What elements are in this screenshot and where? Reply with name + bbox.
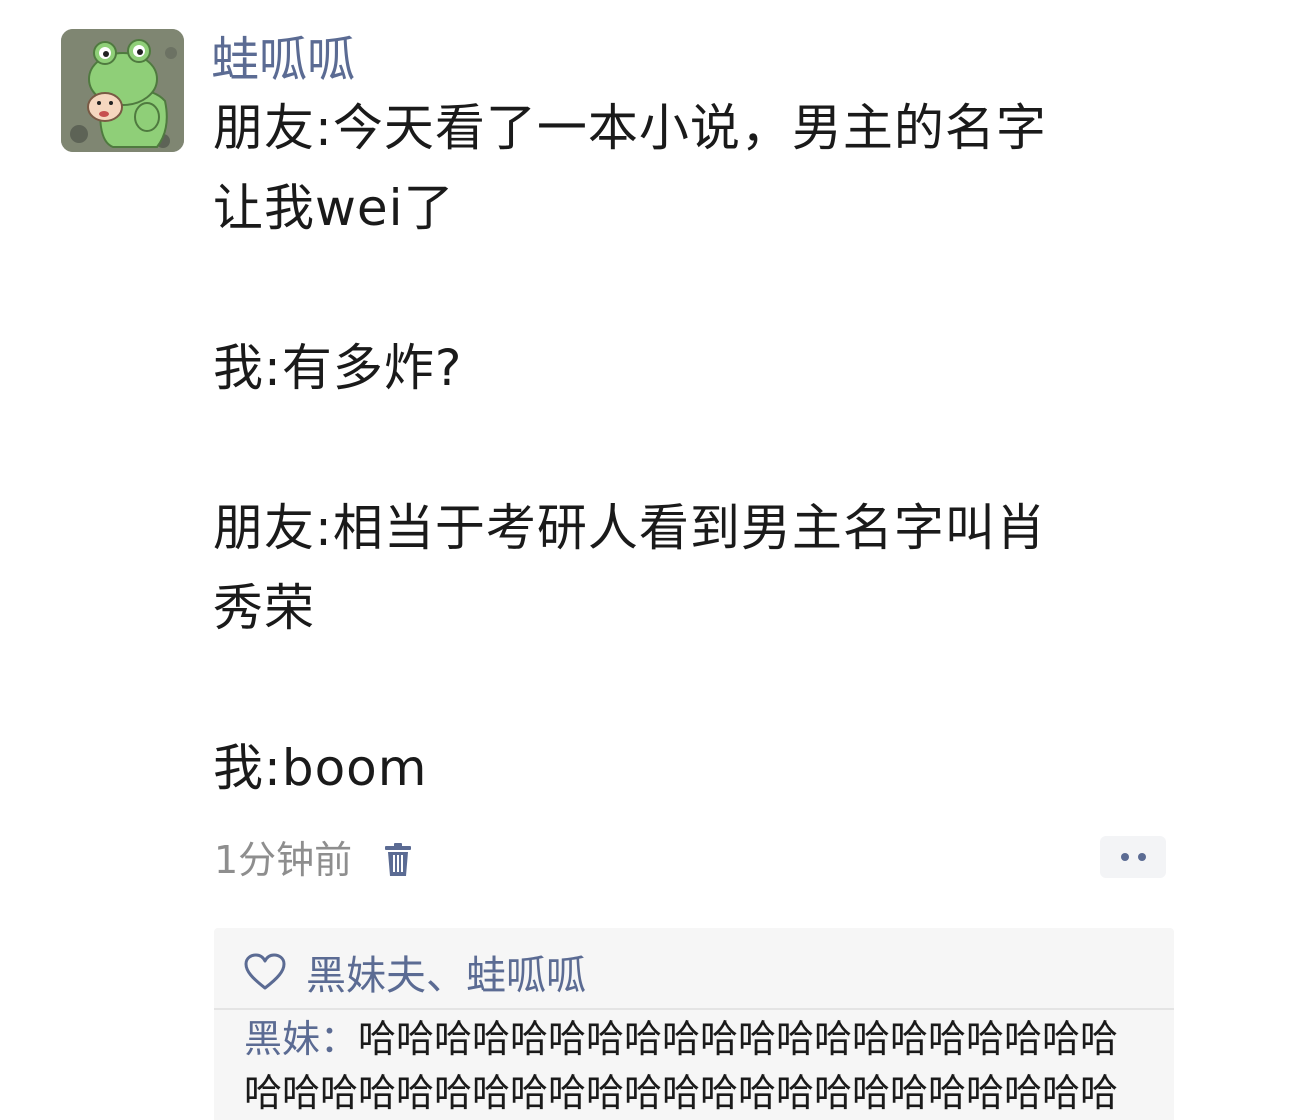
delete-button[interactable] (382, 840, 414, 880)
post-line: 让我wei了 (213, 179, 455, 237)
more-dots-icon (1137, 853, 1146, 861)
divider (214, 1008, 1174, 1010)
frog-costume-avatar-icon (61, 29, 184, 152)
post-line (213, 248, 1173, 328)
comment-author[interactable]: 黑妹 (244, 1017, 320, 1061)
heart-icon (244, 953, 286, 990)
comment-separator: ： (320, 1017, 359, 1061)
more-options-button[interactable] (1100, 836, 1166, 878)
post-line: 我:有多炸? (213, 339, 463, 397)
post-line: 朋友:今天看了一本小说，男主的名字 (213, 99, 1047, 157)
post-author-name[interactable]: 蛙呱呱 (211, 30, 355, 90)
likes-comments-panel: 黑妹夫、蛙呱呱 黑妹：哈哈哈哈哈哈哈哈哈哈哈哈哈哈哈哈哈哈哈哈哈哈哈哈哈哈哈哈哈… (214, 928, 1174, 1120)
comment-item[interactable]: 黑妹：哈哈哈哈哈哈哈哈哈哈哈哈哈哈哈哈哈哈哈哈哈哈哈哈哈哈哈哈哈哈哈哈哈哈哈哈哈… (244, 1012, 1154, 1120)
post-timestamp: 1分钟前 (214, 838, 353, 882)
post-content: 朋友:今天看了一本小说，男主的名字 让我wei了 我:有多炸? 朋友:相当于考研… (213, 88, 1173, 808)
post-line (213, 408, 1173, 488)
post-line (213, 648, 1173, 728)
trash-icon (385, 843, 412, 876)
likers-list[interactable]: 黑妹夫、蛙呱呱 (306, 943, 586, 1001)
comment-text: 哈哈哈哈哈哈哈哈哈哈哈哈哈哈哈哈哈哈哈哈哈哈哈哈哈哈哈哈哈哈哈哈哈哈哈哈哈哈哈哈… (244, 1017, 1119, 1115)
post-line: 朋友:相当于考研人看到男主名字叫肖 (213, 499, 1047, 557)
post-line: 秀荣 (213, 579, 315, 637)
moments-post: 蛙呱呱 朋友:今天看了一本小说，男主的名字 让我wei了 我:有多炸? 朋友:相… (0, 0, 1290, 1120)
likes-row: 黑妹夫、蛙呱呱 (214, 940, 1174, 1004)
avatar[interactable] (61, 29, 184, 152)
more-dots-icon (1120, 853, 1129, 861)
post-line: 我:boom (213, 739, 428, 797)
post-meta: 1分钟前 (214, 832, 414, 888)
